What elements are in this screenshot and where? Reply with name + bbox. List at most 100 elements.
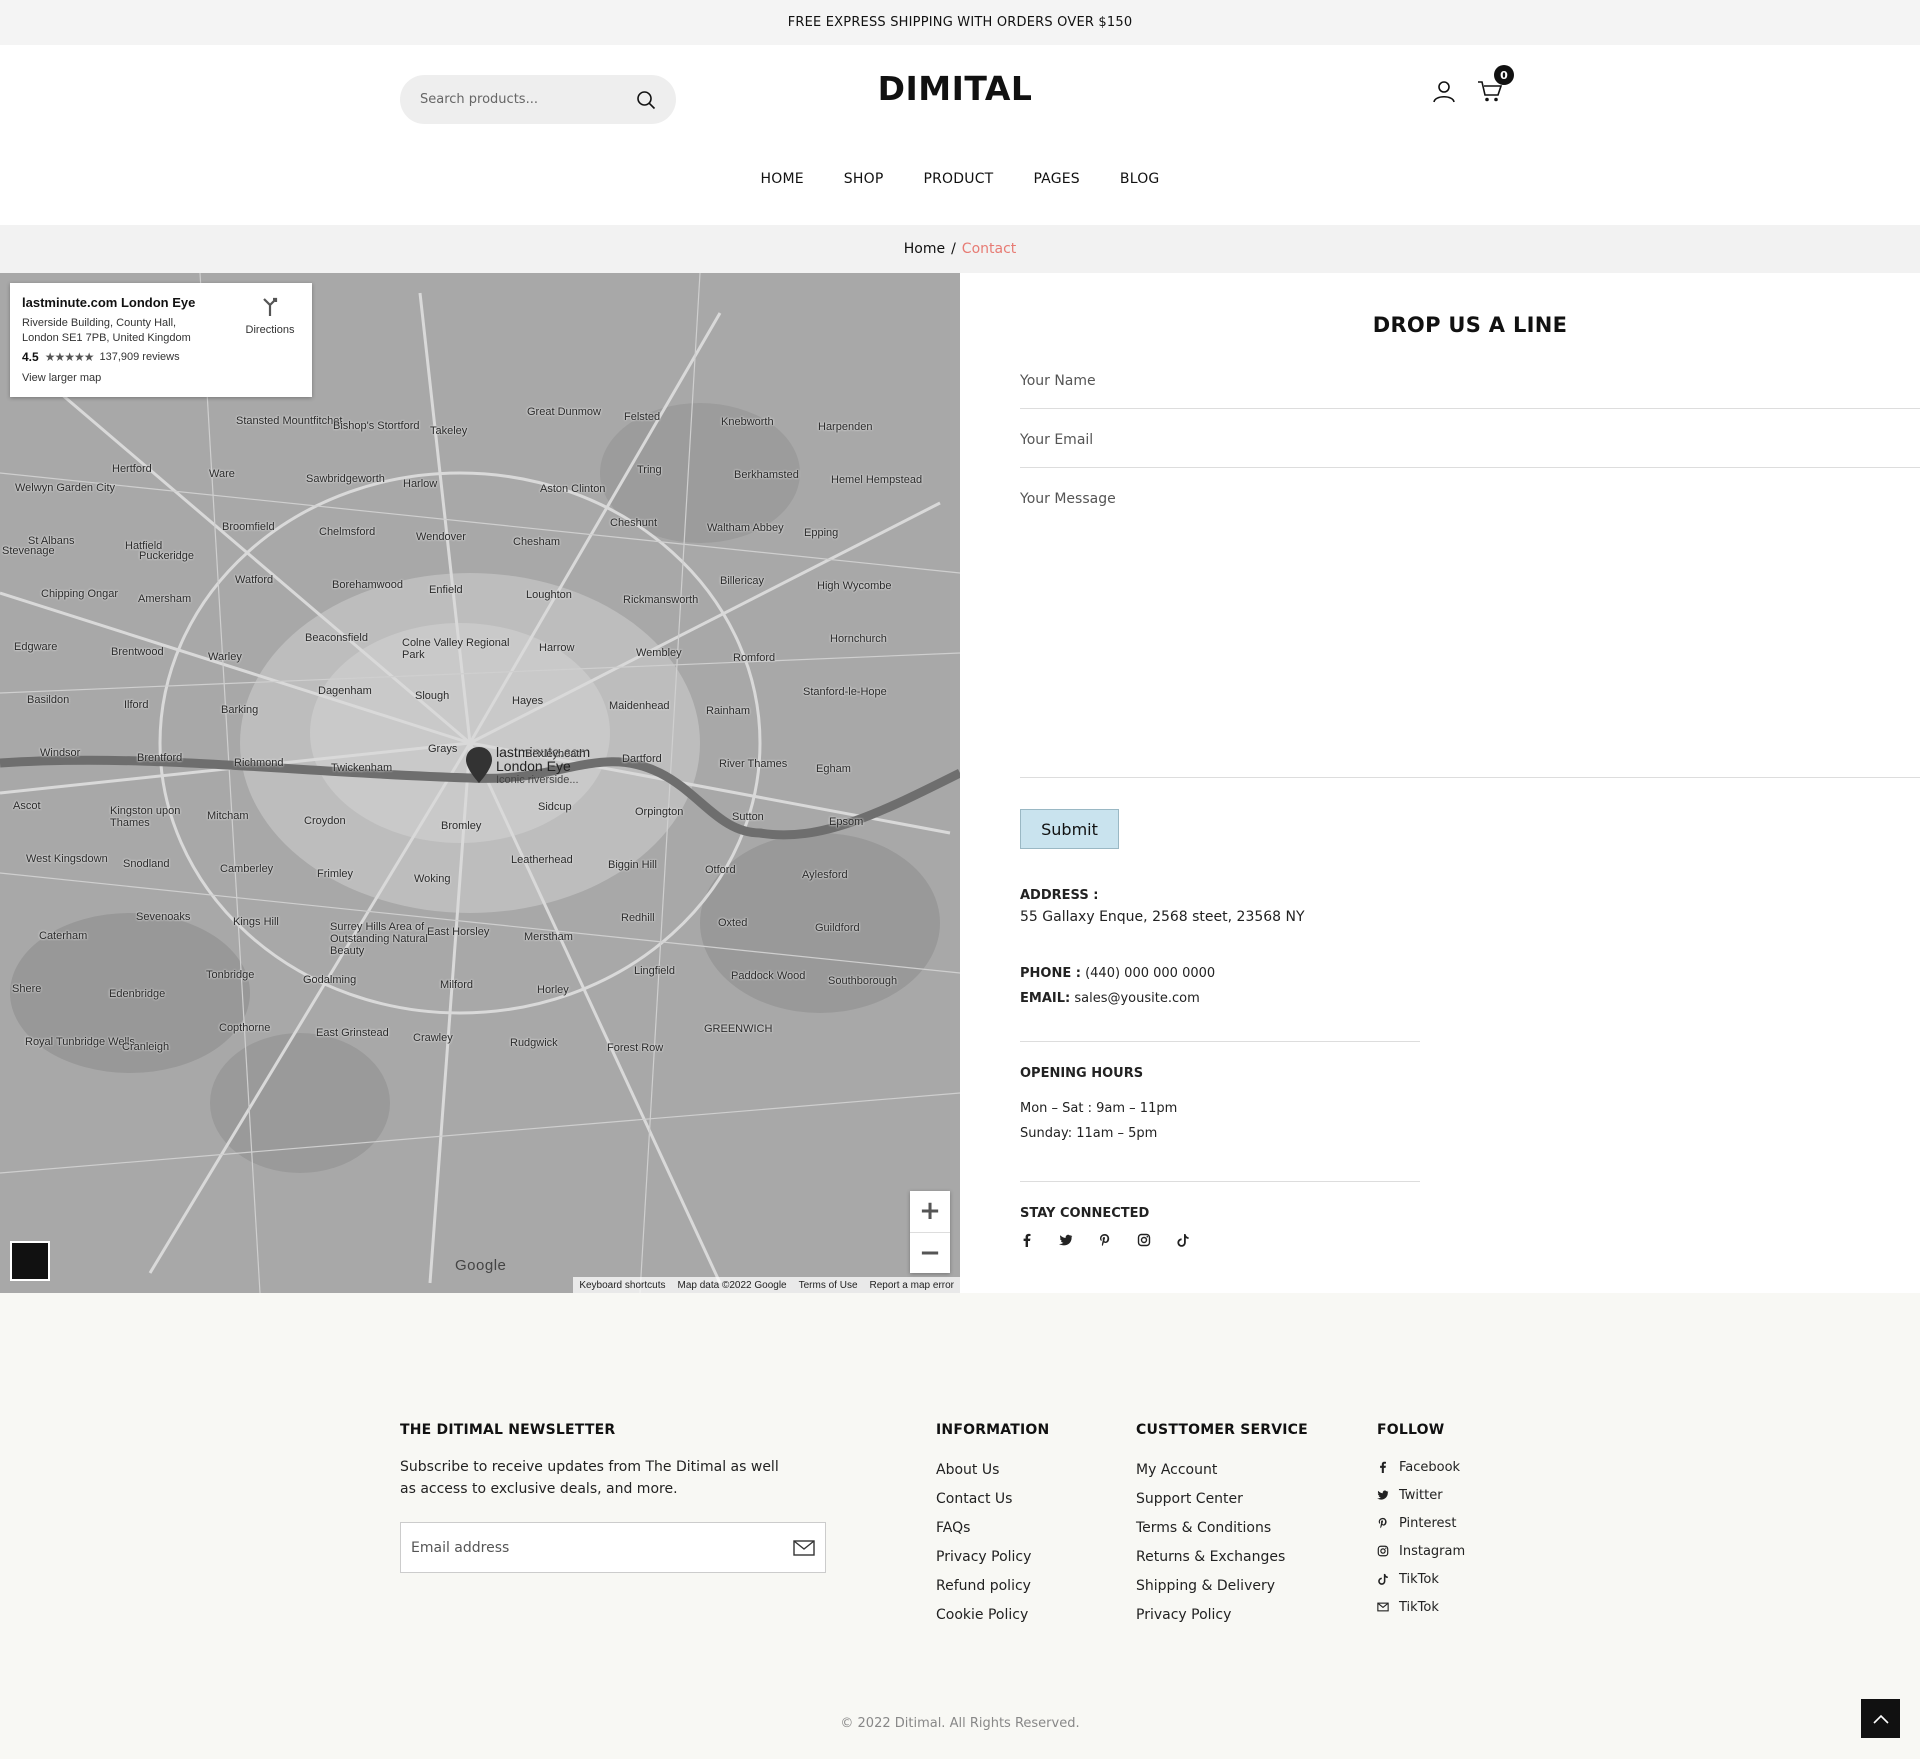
newsletter-text: Subscribe to receive updates from The Di… (400, 1459, 779, 1497)
map-place-label: Dagenham (318, 685, 372, 697)
back-to-top-button[interactable] (1861, 1699, 1900, 1738)
announcement-bar: FREE EXPRESS SHIPPING WITH ORDERS OVER $… (0, 0, 1920, 45)
email-input[interactable] (1020, 432, 1920, 448)
follow-twitter[interactable]: Twitter (1377, 1481, 1465, 1509)
contact-section: DROP US A LINE Submit ADDRESS : 55 Galla… (960, 273, 1920, 1293)
map-place-label: Shere (12, 983, 42, 995)
map-place-label: Aylesford (802, 869, 848, 881)
map-place-label: Basildon (27, 694, 70, 706)
directions-button[interactable]: Directions (240, 295, 300, 336)
footer-link-support[interactable]: Support Center (1136, 1491, 1285, 1520)
twitter-icon (1377, 1490, 1389, 1500)
tiktok-icon[interactable] (1176, 1233, 1190, 1247)
google-logo: Google (455, 1257, 507, 1274)
phone-value[interactable]: (440) 000 000 0000 (1085, 966, 1215, 981)
nav-pages[interactable]: PAGES (1033, 171, 1079, 187)
footer-link-returns[interactable]: Returns & Exchanges (1136, 1549, 1285, 1578)
map-place-label: Orpington (635, 806, 684, 818)
keyboard-shortcuts-link[interactable]: Keyboard shortcuts (579, 1280, 665, 1291)
map-place-label: Warley (208, 651, 242, 663)
google-map[interactable]: lastminute.com London Eye Riverside Buil… (0, 273, 960, 1293)
follow-tiktok[interactable]: TikTok (1377, 1565, 1465, 1593)
map-place-label: Camberley (220, 863, 274, 875)
map-place-label: Chesham (513, 536, 561, 548)
footer-link-my-account[interactable]: My Account (1136, 1462, 1285, 1491)
map-place-label: Sidcup (538, 801, 572, 813)
message-textarea[interactable] (1020, 491, 1920, 771)
footer-link-faqs[interactable]: FAQs (936, 1520, 1031, 1549)
search-icon[interactable] (636, 90, 656, 110)
footer-link-cookie[interactable]: Cookie Policy (936, 1607, 1031, 1636)
follow-facebook-label: Facebook (1399, 1459, 1461, 1475)
map-place-label: Chelmsford (319, 526, 376, 538)
footer-link-privacy-policy[interactable]: Privacy Policy (1136, 1607, 1285, 1636)
pin-label-sub: Iconic riverside... (496, 774, 579, 786)
nav-home[interactable]: HOME (761, 171, 804, 187)
map-attribution: Keyboard shortcuts Map data ©2022 Google… (573, 1277, 960, 1293)
map-place-label: Cheshunt (610, 517, 658, 529)
pinterest-icon (1378, 1517, 1387, 1529)
follow-facebook[interactable]: Facebook (1377, 1453, 1465, 1481)
email-field (1020, 432, 1920, 468)
footer-link-privacy[interactable]: Privacy Policy (936, 1549, 1031, 1578)
newsletter-email-input[interactable] (411, 1539, 793, 1556)
zoom-in-button[interactable]: + (910, 1191, 950, 1233)
follow-pinterest-label: Pinterest (1399, 1515, 1457, 1531)
map-place-label: Crawley (413, 1032, 453, 1044)
follow-instagram[interactable]: Instagram (1377, 1537, 1465, 1565)
map-place-label: Waltham Abbey (707, 522, 784, 534)
map-place-label: Slough (415, 690, 450, 702)
map-pin-icon[interactable] (466, 747, 492, 783)
map-place-label: Surrey Hills Area of Outstanding Natural… (330, 921, 428, 957)
cart-count-badge: 0 (1494, 65, 1514, 85)
review-count[interactable]: 137,909 reviews (99, 351, 179, 363)
submit-button[interactable]: Submit (1020, 809, 1119, 849)
hours-weekday: Mon – Sat : 9am – 11pm (1020, 1101, 1178, 1116)
map-place-label: Epping (804, 527, 839, 539)
map-place-label: Mitcham (207, 810, 249, 822)
follow-pinterest[interactable]: Pinterest (1377, 1509, 1465, 1537)
follow-email[interactable]: TikTok (1377, 1593, 1465, 1621)
map-place-label: Takeley (430, 425, 468, 437)
terms-link[interactable]: Terms of Use (799, 1280, 858, 1291)
facebook-icon[interactable] (1020, 1233, 1034, 1247)
map-place-label: Ware (209, 468, 235, 480)
name-input[interactable] (1020, 373, 1920, 389)
view-larger-map-link[interactable]: View larger map (22, 372, 300, 384)
instagram-icon[interactable] (1137, 1233, 1151, 1247)
footer-link-about[interactable]: About Us (936, 1462, 1031, 1491)
footer-link-refund[interactable]: Refund policy (936, 1578, 1031, 1607)
twitter-icon[interactable] (1059, 1233, 1073, 1247)
nav-blog[interactable]: BLOG (1120, 171, 1160, 187)
map-place-label: Godalming (303, 974, 357, 986)
map-place-label: Hemel Hempstead (831, 474, 923, 486)
breadcrumb-home[interactable]: Home (904, 241, 945, 257)
map-type-toggle[interactable] (10, 1241, 50, 1281)
cart-button[interactable]: 0 (1476, 65, 1514, 105)
zoom-out-button[interactable]: − (910, 1233, 950, 1274)
follow-tiktok-label: TikTok (1399, 1571, 1439, 1587)
footer-link-contact[interactable]: Contact Us (936, 1491, 1031, 1520)
account-icon[interactable] (1430, 77, 1458, 105)
map-place-label: Kingston upon Thames (110, 805, 181, 829)
map-place-label: Leatherhead (511, 854, 573, 866)
map-canvas (0, 273, 960, 1293)
map-place-label: Watford (235, 574, 274, 586)
footer-link-shipping[interactable]: Shipping & Delivery (1136, 1578, 1285, 1607)
pinterest-icon[interactable] (1098, 1233, 1112, 1247)
map-place-label: West Kingsdown (26, 853, 108, 865)
map-place-label: Maidenhead (609, 700, 670, 712)
site-logo[interactable]: DIMITAL (860, 69, 1050, 108)
map-place-label: Knebworth (721, 416, 774, 428)
announcement-text: FREE EXPRESS SHIPPING WITH ORDERS OVER $… (787, 15, 1133, 30)
newsletter-submit-icon[interactable] (793, 1539, 815, 1556)
rating-stars: ★★★★★ (44, 350, 95, 364)
map-place-label: Borehamwood (332, 579, 403, 591)
footer-link-terms[interactable]: Terms & Conditions (1136, 1520, 1285, 1549)
map-place-label: Felsted (624, 411, 661, 423)
nav-product[interactable]: PRODUCT (923, 171, 993, 187)
email-value[interactable]: sales@yousite.com (1074, 991, 1199, 1006)
search-input[interactable] (420, 92, 636, 107)
report-error-link[interactable]: Report a map error (870, 1280, 954, 1291)
nav-shop[interactable]: SHOP (844, 171, 884, 187)
